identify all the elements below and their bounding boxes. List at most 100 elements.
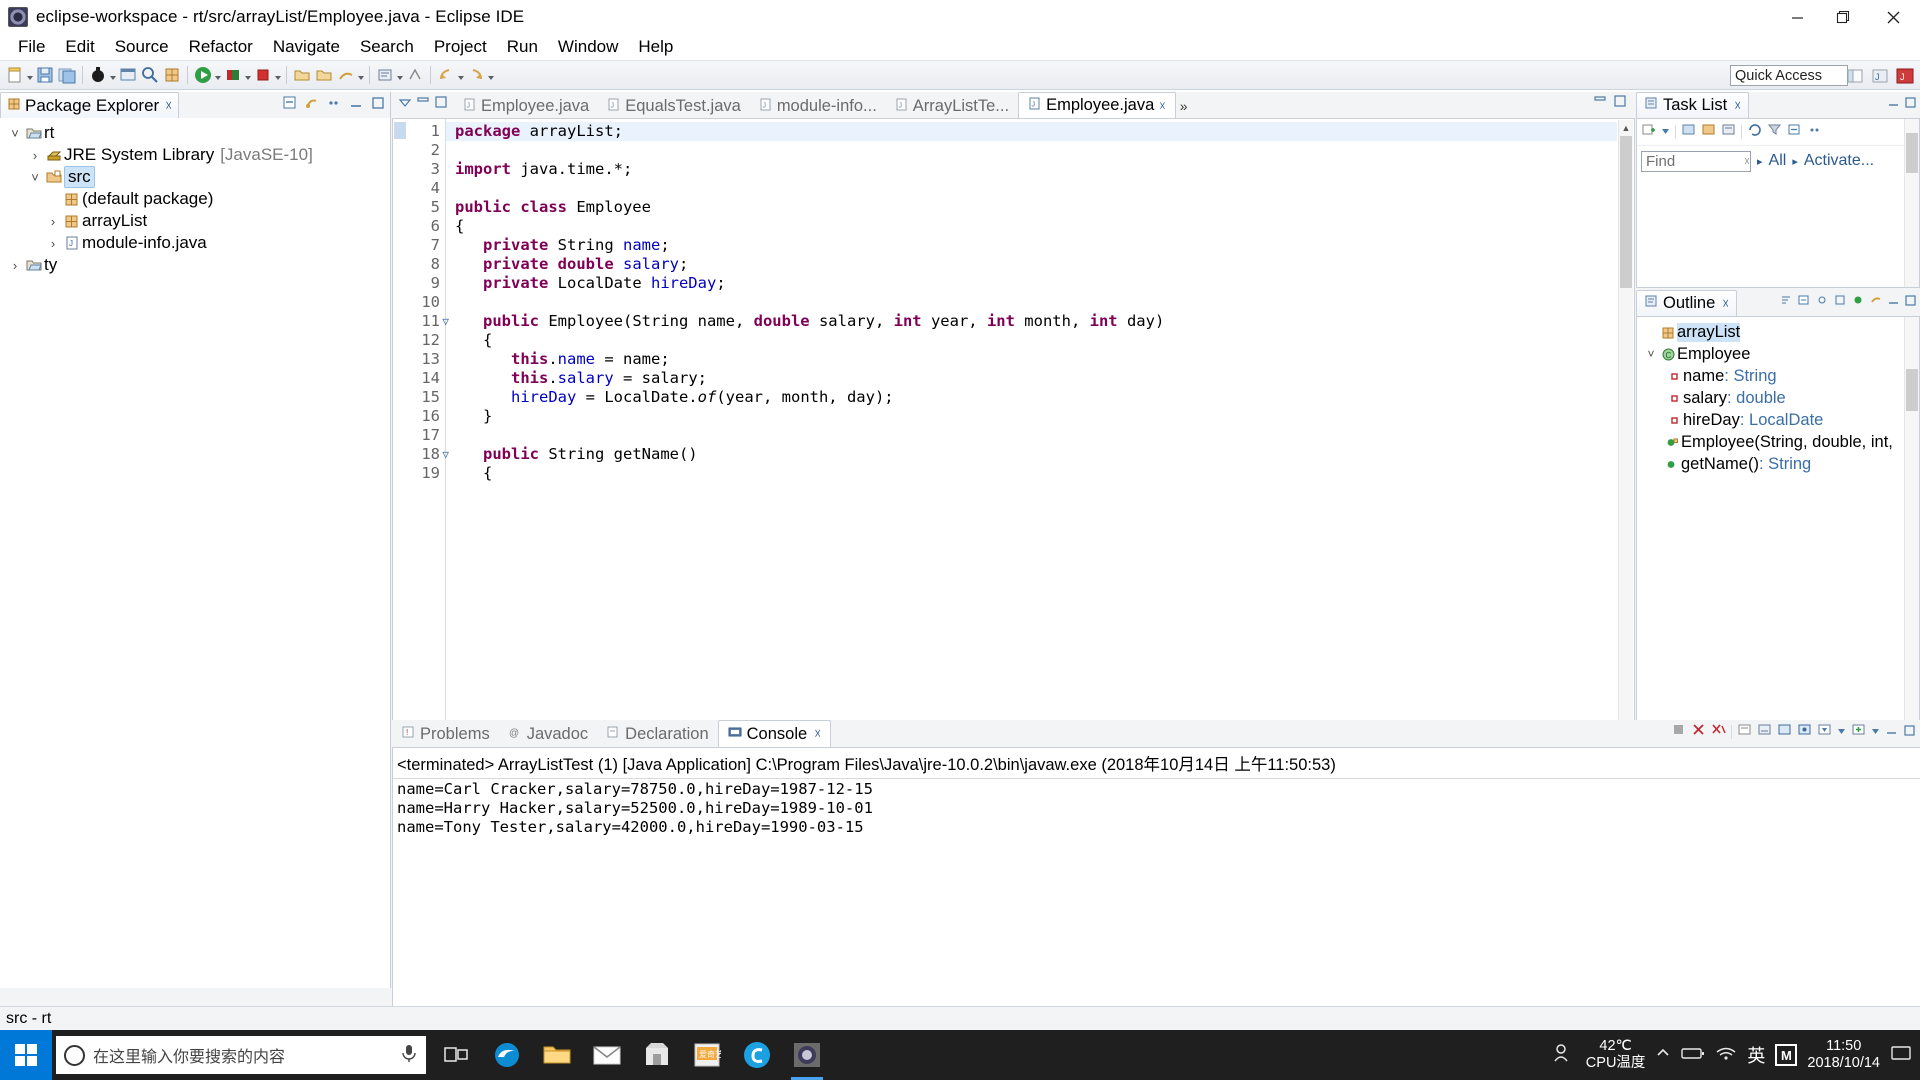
find-input[interactable]: Find ☓ — [1641, 150, 1751, 172]
view-menu-icon[interactable] — [1807, 122, 1822, 142]
tab-console[interactable]: Console ☓ — [717, 720, 832, 747]
quick-access-input[interactable]: Quick Access — [1730, 65, 1848, 86]
tab-problems[interactable]: ! Problems — [392, 722, 499, 747]
taskbar-search-input[interactable]: 在这里输入你要搜索的内容 — [56, 1036, 426, 1074]
annotation-dropdown-icon[interactable] — [396, 65, 404, 85]
display-selected-console-icon[interactable] — [1817, 722, 1832, 742]
package-presentation-icon[interactable] — [162, 65, 182, 85]
chevron-right-icon[interactable]: › — [6, 258, 24, 273]
categorize-icon[interactable] — [1681, 122, 1696, 142]
chevron-down-icon[interactable]: ˅ — [26, 170, 44, 185]
chevron-down-icon[interactable]: ˅ — [6, 126, 24, 141]
editor-tab-equalstest-java[interactable]: J EqualsTest.java — [598, 94, 750, 118]
eclipse-taskbar-icon[interactable] — [784, 1030, 830, 1080]
edge-icon[interactable] — [484, 1030, 530, 1080]
outline-item-employee-constructor[interactable]: Employee(String, double, int, — [1637, 431, 1919, 453]
activate-link[interactable]: Activate... — [1804, 152, 1874, 170]
outline-item-employee[interactable]: ˅ C Employee — [1637, 343, 1919, 365]
run-dropdown-icon[interactable] — [214, 65, 222, 85]
maximize-console-icon[interactable] — [1903, 722, 1916, 742]
minimize-console-icon[interactable] — [1885, 722, 1898, 742]
minimize-view-icon[interactable] — [348, 95, 364, 111]
presentation-icon[interactable] — [1721, 122, 1736, 142]
sogou-browser-icon[interactable] — [734, 1030, 780, 1080]
minimize-view-icon[interactable] — [1887, 292, 1900, 312]
notifications-icon[interactable] — [1890, 1044, 1912, 1066]
hide-nonpublic-icon[interactable] — [1851, 292, 1865, 312]
chevron-down-icon[interactable]: ˅ — [1643, 347, 1659, 361]
focus-on-workweek-icon[interactable] — [1701, 122, 1716, 142]
collapse-all-icon[interactable] — [1797, 292, 1811, 312]
activate-chevron-icon[interactable]: ▸ — [1792, 155, 1798, 168]
menu-run[interactable]: Run — [497, 35, 548, 59]
chevron-right-icon[interactable]: › — [26, 148, 44, 163]
run-external-dropdown-icon[interactable] — [244, 65, 252, 85]
tree-item-module-info-java[interactable]: › J module-info.java — [0, 232, 390, 254]
run-icon[interactable] — [193, 65, 213, 85]
new-wizard-dropdown-icon[interactable] — [26, 65, 34, 85]
close-button[interactable] — [1866, 0, 1920, 34]
minimize-button[interactable] — [1774, 0, 1820, 34]
file-explorer-icon[interactable] — [534, 1030, 580, 1080]
editor-menu-icon[interactable] — [398, 94, 412, 114]
scroll-up-icon[interactable]: ▲ — [1619, 120, 1633, 135]
minimize-editor-stack-icon[interactable] — [1593, 93, 1607, 113]
perspective-java-ee-icon[interactable]: J — [1870, 66, 1890, 86]
pin-console-icon[interactable] — [1797, 722, 1812, 742]
debug-dropdown-icon[interactable] — [109, 65, 117, 85]
task-dropdown-icon[interactable] — [1661, 122, 1670, 142]
tab-task-list[interactable]: Task List ☓ — [1636, 92, 1750, 118]
word-wrap-icon[interactable] — [1777, 722, 1792, 742]
menu-window[interactable]: Window — [548, 35, 628, 59]
tree-item-jre-system-library[interactable]: › JRE System Library [JavaSE-10] — [0, 144, 390, 166]
stop-dropdown-icon[interactable] — [274, 65, 282, 85]
open-perspective-icon[interactable] — [118, 65, 138, 85]
close-icon[interactable]: ☓ — [1159, 99, 1165, 113]
task-dropdown-icon[interactable] — [357, 65, 365, 85]
maximize-view-icon[interactable] — [370, 95, 386, 111]
sort-icon[interactable] — [1779, 292, 1793, 312]
chevron-right-icon[interactable]: › — [44, 214, 62, 229]
menu-search[interactable]: Search — [350, 35, 424, 59]
scrollbar-thumb[interactable] — [1906, 369, 1918, 411]
menu-file[interactable]: File — [8, 35, 55, 59]
save-all-icon[interactable] — [57, 65, 77, 85]
maximize-editor-stack-icon[interactable] — [1613, 93, 1627, 113]
console-output[interactable]: name=Carl Cracker,salary=78750.0,hireDay… — [393, 776, 1920, 1011]
minimize-editor-icon[interactable] — [416, 94, 430, 114]
editor-tab-module-info[interactable]: J module-info... — [749, 94, 886, 118]
tree-item-arraylist[interactable]: › arrayList — [0, 210, 390, 232]
all-chevron-icon[interactable]: ▸ — [1757, 155, 1763, 168]
outline-item-salary[interactable]: salary : double — [1637, 387, 1919, 409]
tab-package-explorer[interactable]: Package Explorer ☓ — [0, 92, 180, 118]
menu-refactor[interactable]: Refactor — [179, 35, 263, 59]
search-icon[interactable] — [140, 65, 160, 85]
video-app-icon[interactable]: 爱奇艺 — [684, 1030, 730, 1080]
tab-javadoc[interactable]: @ Javadoc — [499, 722, 597, 747]
clear-console-icon[interactable] — [1737, 722, 1752, 742]
microsoft-store-icon[interactable] — [634, 1030, 680, 1080]
open-perspective-button[interactable] — [1845, 66, 1865, 86]
close-icon[interactable]: ☓ — [814, 726, 821, 742]
mail-icon[interactable] — [584, 1030, 630, 1080]
scrollbar-thumb[interactable] — [1620, 136, 1632, 288]
link-with-editor-icon[interactable] — [304, 95, 320, 111]
task-view-icon[interactable] — [434, 1030, 480, 1080]
people-icon[interactable] — [1552, 1042, 1576, 1068]
hide-static-icon[interactable] — [1833, 292, 1847, 312]
remove-all-launches-icon[interactable] — [1711, 722, 1726, 742]
outline-item-arraylist[interactable]: arrayList — [1637, 321, 1919, 343]
editor-tab-employee-java-1[interactable]: J Employee.java — [454, 94, 599, 118]
perspective-java-icon[interactable]: J — [1895, 66, 1915, 86]
battery-icon[interactable] — [1681, 1046, 1705, 1064]
filter-icon[interactable] — [1767, 122, 1782, 142]
maximize-view-icon[interactable] — [1904, 292, 1917, 312]
outline-item-getname[interactable]: getName() : String — [1637, 453, 1919, 475]
maximize-editor-icon[interactable] — [434, 94, 448, 114]
collapse-all-icon[interactable] — [1787, 122, 1802, 142]
show-hidden-icons-icon[interactable] — [1655, 1046, 1671, 1064]
menu-help[interactable]: Help — [628, 35, 683, 59]
filter-all-link[interactable]: All — [1769, 152, 1787, 170]
scrollbar-thumb[interactable] — [1906, 133, 1918, 173]
collapse-all-icon[interactable] — [282, 95, 298, 111]
